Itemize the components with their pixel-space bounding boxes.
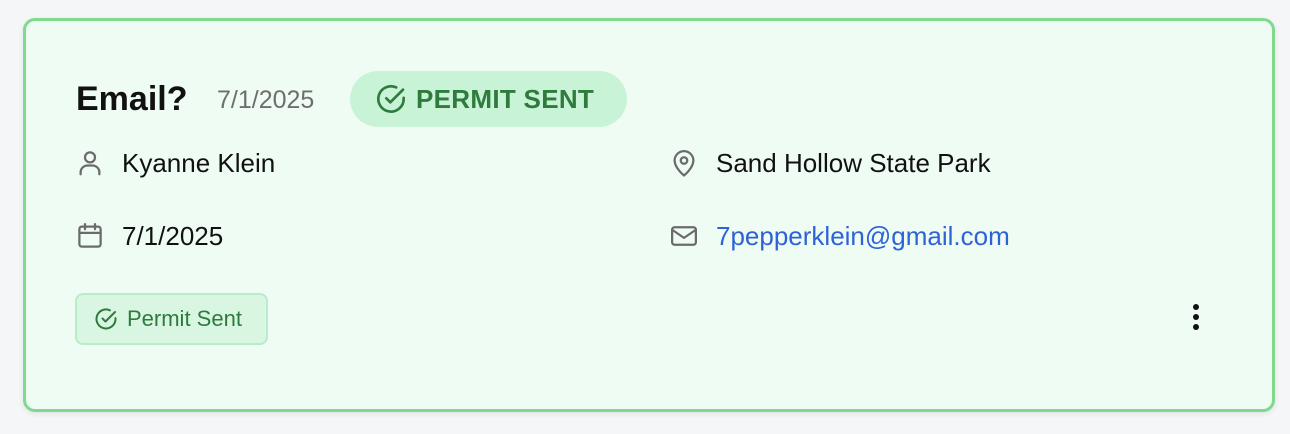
mail-icon <box>668 220 700 252</box>
event-date: 7/1/2025 <box>122 220 224 251</box>
contact-person-row: Kyanne Klein <box>74 146 275 180</box>
map-pin-icon <box>668 147 700 179</box>
user-icon <box>74 147 106 179</box>
permit-card: Email? 7/1/2025 PERMIT SENT Kyanne Klein <box>23 18 1275 412</box>
email-link[interactable]: 7pepperklein@gmail.com <box>716 221 1010 252</box>
more-vertical-icon <box>1192 303 1200 336</box>
contact-name: Kyanne Klein <box>122 147 276 178</box>
card-title-date: 7/1/2025 <box>217 86 315 114</box>
calendar-icon <box>74 220 106 252</box>
event-date-row: 7/1/2025 <box>74 219 223 253</box>
location-row: Sand Hollow State Park <box>668 146 991 180</box>
card-title: Email? <box>76 80 188 118</box>
more-options-button[interactable] <box>1182 299 1210 339</box>
check-circle-icon <box>375 83 407 115</box>
email-row: 7pepperklein@gmail.com <box>668 219 1010 253</box>
permit-status-tag-label: Permit Sent <box>127 306 242 331</box>
check-circle-icon <box>93 306 119 332</box>
status-pill-label: PERMIT SENT <box>416 83 595 114</box>
permit-status-tag[interactable]: Permit Sent <box>75 293 268 345</box>
status-pill[interactable]: PERMIT SENT <box>350 71 627 127</box>
location-name: Sand Hollow State Park <box>716 147 991 178</box>
